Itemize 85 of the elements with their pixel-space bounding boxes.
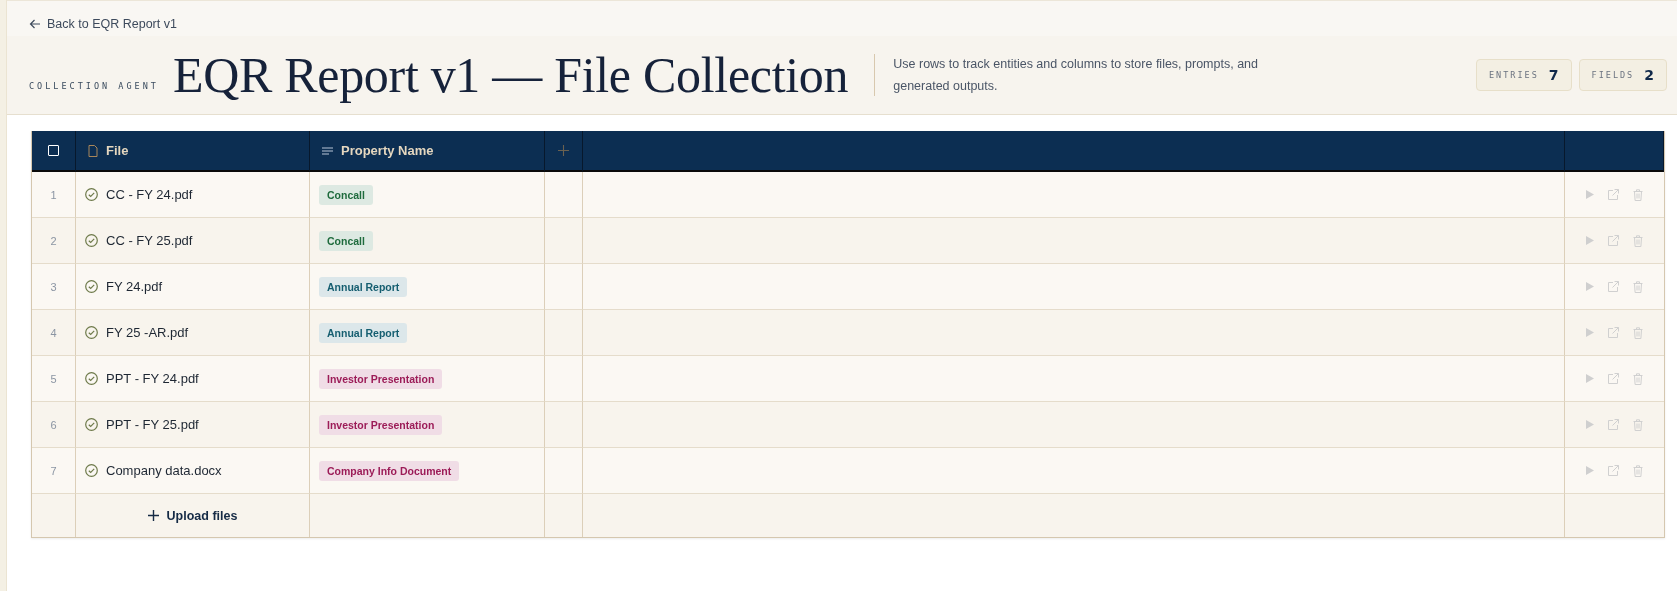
- play-icon: [1586, 190, 1594, 199]
- file-name: CC - FY 24.pdf: [106, 187, 193, 202]
- run-button[interactable]: [1586, 236, 1594, 245]
- trash-icon: [1633, 464, 1643, 477]
- open-button[interactable]: [1608, 235, 1619, 246]
- file-name: PPT - FY 25.pdf: [106, 417, 199, 432]
- trash-icon: [1633, 418, 1643, 431]
- external-link-icon: [1608, 419, 1619, 430]
- trash-icon: [1633, 326, 1643, 339]
- trash-icon: [1633, 234, 1643, 247]
- external-link-icon: [1608, 327, 1619, 338]
- row-number: 4: [32, 310, 76, 356]
- play-icon: [1586, 466, 1594, 475]
- file-name: PPT - FY 24.pdf: [106, 371, 199, 386]
- open-button[interactable]: [1608, 189, 1619, 200]
- check-circle-icon: [85, 188, 98, 201]
- page-eyebrow: COLLECTION AGENT: [29, 81, 159, 91]
- file-name: CC - FY 25.pdf: [106, 233, 193, 248]
- delete-button[interactable]: [1633, 372, 1643, 385]
- file-icon: [88, 144, 98, 157]
- property-tag: Investor Presentation: [319, 414, 443, 435]
- file-name: FY 24.pdf: [106, 279, 163, 294]
- run-button[interactable]: [1586, 328, 1594, 337]
- check-circle-icon: [85, 326, 98, 339]
- row-number: 1: [32, 172, 76, 218]
- upload-files-button[interactable]: Upload files: [143, 503, 242, 528]
- play-icon: [1586, 420, 1594, 429]
- lines-icon: [322, 146, 333, 155]
- external-link-icon: [1608, 281, 1619, 292]
- row-number: 6: [32, 402, 76, 448]
- column-header[interactable]: Property Name: [310, 131, 545, 172]
- delete-button[interactable]: [1633, 464, 1643, 477]
- play-icon: [1586, 374, 1594, 383]
- external-link-icon: [1608, 189, 1619, 200]
- run-button[interactable]: [1586, 374, 1594, 383]
- property-tag: Concall: [319, 184, 373, 205]
- property-tag: Company Info Document: [319, 460, 460, 481]
- check-circle-icon: [85, 280, 98, 293]
- file-name: Company data.docx: [106, 463, 222, 478]
- external-link-icon: [1608, 235, 1619, 246]
- row-number: 7: [32, 448, 76, 494]
- run-button[interactable]: [1586, 282, 1594, 291]
- delete-button[interactable]: [1633, 418, 1643, 431]
- row-number: 3: [32, 264, 76, 310]
- external-link-icon: [1608, 373, 1619, 384]
- property-tag: Annual Report: [319, 322, 408, 343]
- check-circle-icon: [85, 464, 98, 477]
- check-circle-icon: [85, 418, 98, 431]
- row-number: 5: [32, 356, 76, 402]
- delete-button[interactable]: [1633, 280, 1643, 293]
- run-button[interactable]: [1586, 420, 1594, 429]
- run-button[interactable]: [1586, 466, 1594, 475]
- property-tag: Annual Report: [319, 276, 408, 297]
- plus-icon: [147, 510, 159, 521]
- trash-icon: [1633, 188, 1643, 201]
- stat-badge: FIELDS 2: [1578, 59, 1667, 91]
- column-header[interactable]: File: [76, 131, 310, 172]
- trash-icon: [1633, 280, 1643, 293]
- select-all-checkbox[interactable]: [48, 145, 59, 156]
- row-number: 2: [32, 218, 76, 264]
- property-tag: Investor Presentation: [319, 368, 443, 389]
- delete-button[interactable]: [1633, 188, 1643, 201]
- open-button[interactable]: [1608, 465, 1619, 476]
- external-link-icon: [1608, 465, 1619, 476]
- page-description: Use rows to track entities and columns to store files, prompts, and generated outputs.: [893, 56, 1259, 95]
- back-link[interactable]: Back to EQR Report v1: [29, 17, 177, 31]
- back-arrow-icon: [29, 18, 41, 30]
- property-tag: Concall: [319, 230, 373, 251]
- play-icon: [1586, 236, 1594, 245]
- open-button[interactable]: [1608, 281, 1619, 292]
- open-button[interactable]: [1608, 373, 1619, 384]
- delete-button[interactable]: [1633, 234, 1643, 247]
- check-circle-icon: [85, 234, 98, 247]
- play-icon: [1586, 328, 1594, 337]
- stat-badge: ENTRIES 7: [1475, 59, 1572, 91]
- run-button[interactable]: [1586, 190, 1594, 199]
- page-title: EQR Report v1 — File Collection: [172, 46, 849, 104]
- add-column-icon[interactable]: [558, 145, 569, 156]
- file-name: FY 25 -AR.pdf: [106, 325, 189, 340]
- open-button[interactable]: [1608, 327, 1619, 338]
- check-circle-icon: [85, 372, 98, 385]
- open-button[interactable]: [1608, 419, 1619, 430]
- trash-icon: [1633, 372, 1643, 385]
- delete-button[interactable]: [1633, 326, 1643, 339]
- play-icon: [1586, 282, 1594, 291]
